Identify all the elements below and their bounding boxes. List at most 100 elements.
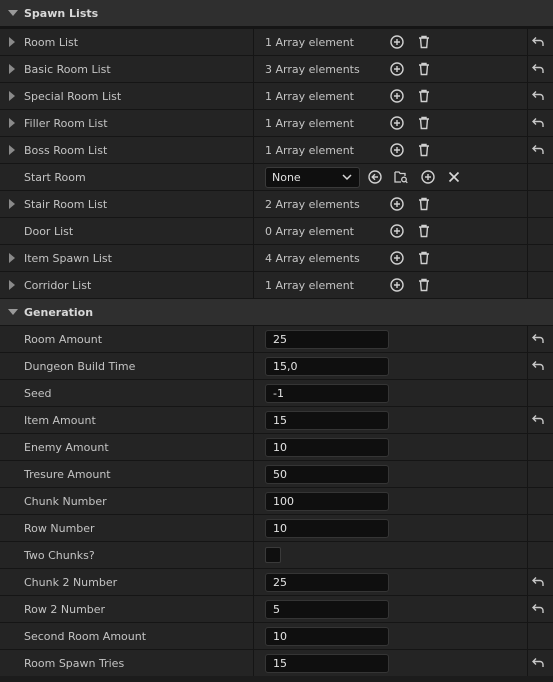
array-count: 1 Array element	[265, 90, 354, 103]
panel-footer	[0, 676, 553, 682]
reset-arrow-icon[interactable]	[530, 574, 546, 590]
plus-circle-icon[interactable]	[389, 142, 405, 158]
section-header-spawn-lists[interactable]: Spawn Lists	[0, 0, 553, 27]
expand-arrow-icon[interactable]	[9, 253, 15, 263]
reset-arrow-icon[interactable]	[530, 601, 546, 617]
trash-icon[interactable]	[416, 250, 432, 266]
property-row-corridor-list: Corridor List 1 Array element	[0, 272, 553, 299]
property-label: Chunk 2 Number	[24, 576, 118, 589]
second-room-amount-input[interactable]: 10	[265, 627, 389, 646]
property-row-row-2-number: Row 2 Number 5	[0, 596, 553, 623]
property-row-start-room: Start Room None	[0, 164, 553, 191]
row-number-input[interactable]: 10	[265, 519, 389, 538]
property-row-door-list: Door List 0 Array element	[0, 218, 553, 245]
property-label: Room List	[24, 36, 79, 49]
trash-icon[interactable]	[416, 61, 432, 77]
plus-circle-icon[interactable]	[389, 88, 405, 104]
property-row-chunk-2-number: Chunk 2 Number 25	[0, 569, 553, 596]
property-label: Boss Room List	[24, 144, 108, 157]
property-row-room-spawn-tries: Room Spawn Tries 15	[0, 650, 553, 677]
property-row-room-list: Room List 1 Array element	[0, 29, 553, 56]
chunk-2-number-input[interactable]: 25	[265, 573, 389, 592]
seed-input[interactable]: -1	[265, 384, 389, 403]
array-count: 1 Array element	[265, 36, 354, 49]
expand-arrow-icon[interactable]	[9, 37, 15, 47]
combo-value: None	[272, 171, 301, 184]
property-label: Tresure Amount	[24, 468, 111, 481]
property-label: Chunk Number	[24, 495, 107, 508]
details-panel: Spawn Lists Room List 1 Array element Ba…	[0, 0, 553, 682]
reset-arrow-icon[interactable]	[530, 34, 546, 50]
trash-icon[interactable]	[416, 34, 432, 50]
room-spawn-tries-input[interactable]: 15	[265, 654, 389, 673]
property-row-row-number: Row Number 10	[0, 515, 553, 542]
property-label: Corridor List	[24, 279, 92, 292]
close-icon[interactable]	[446, 169, 462, 185]
trash-icon[interactable]	[416, 142, 432, 158]
property-label: Special Room List	[24, 90, 122, 103]
collapse-arrow-icon[interactable]	[8, 10, 18, 16]
property-label: Item Amount	[24, 414, 96, 427]
plus-circle-icon[interactable]	[389, 61, 405, 77]
room-amount-input[interactable]: 25	[265, 330, 389, 349]
property-row-tresure-amount: Tresure Amount 50	[0, 461, 553, 488]
property-row-special-room-list: Special Room List 1 Array element	[0, 83, 553, 110]
array-count: 0 Array element	[265, 225, 354, 238]
reset-arrow-icon[interactable]	[530, 61, 546, 77]
property-label: Dungeon Build Time	[24, 360, 136, 373]
property-row-filler-room-list: Filler Room List 1 Array element	[0, 110, 553, 137]
property-row-chunk-number: Chunk Number 100	[0, 488, 553, 515]
property-row-basic-room-list: Basic Room List 3 Array elements	[0, 56, 553, 83]
section-title: Generation	[24, 306, 94, 319]
start-room-combo[interactable]: None	[265, 167, 360, 188]
property-row-dungeon-build-time: Dungeon Build Time 15,0	[0, 353, 553, 380]
trash-icon[interactable]	[416, 196, 432, 212]
expand-arrow-icon[interactable]	[9, 118, 15, 128]
property-row-second-room-amount: Second Room Amount 10	[0, 623, 553, 650]
item-amount-input[interactable]: 15	[265, 411, 389, 430]
property-label: Enemy Amount	[24, 441, 109, 454]
reset-arrow-icon[interactable]	[530, 655, 546, 671]
property-label: Start Room	[24, 171, 86, 184]
property-row-item-amount: Item Amount 15	[0, 407, 553, 434]
plus-circle-icon[interactable]	[389, 196, 405, 212]
property-row-boss-room-list: Boss Room List 1 Array element	[0, 137, 553, 164]
dungeon-build-time-input[interactable]: 15,0	[265, 357, 389, 376]
expand-arrow-icon[interactable]	[9, 199, 15, 209]
enemy-amount-input[interactable]: 10	[265, 438, 389, 457]
row-2-number-input[interactable]: 5	[265, 600, 389, 619]
plus-circle-icon[interactable]	[389, 223, 405, 239]
reset-arrow-icon[interactable]	[530, 142, 546, 158]
reset-arrow-icon[interactable]	[530, 358, 546, 374]
plus-circle-icon[interactable]	[389, 250, 405, 266]
expand-arrow-icon[interactable]	[9, 280, 15, 290]
arrow-left-circle-icon[interactable]	[367, 169, 383, 185]
reset-arrow-icon[interactable]	[530, 331, 546, 347]
plus-circle-icon[interactable]	[389, 277, 405, 293]
expand-arrow-icon[interactable]	[9, 145, 15, 155]
tresure-amount-input[interactable]: 50	[265, 465, 389, 484]
expand-arrow-icon[interactable]	[9, 64, 15, 74]
section-header-generation[interactable]: Generation	[0, 299, 553, 326]
plus-circle-icon[interactable]	[389, 34, 405, 50]
plus-circle-icon[interactable]	[420, 169, 436, 185]
expand-arrow-icon[interactable]	[9, 91, 15, 101]
two-chunks-checkbox[interactable]	[265, 547, 281, 563]
reset-arrow-icon[interactable]	[530, 412, 546, 428]
trash-icon[interactable]	[416, 115, 432, 131]
property-label: Stair Room List	[24, 198, 108, 211]
property-label: Row 2 Number	[24, 603, 106, 616]
reset-arrow-icon[interactable]	[530, 88, 546, 104]
trash-icon[interactable]	[416, 88, 432, 104]
property-label: Room Spawn Tries	[24, 657, 125, 670]
property-row-seed: Seed -1	[0, 380, 553, 407]
trash-icon[interactable]	[416, 277, 432, 293]
folder-search-icon[interactable]	[393, 169, 409, 185]
reset-arrow-icon[interactable]	[530, 115, 546, 131]
plus-circle-icon[interactable]	[389, 115, 405, 131]
chunk-number-input[interactable]: 100	[265, 492, 389, 511]
property-row-item-spawn-list: Item Spawn List 4 Array elements	[0, 245, 553, 272]
trash-icon[interactable]	[416, 223, 432, 239]
property-label: Row Number	[24, 522, 95, 535]
collapse-arrow-icon[interactable]	[8, 309, 18, 315]
